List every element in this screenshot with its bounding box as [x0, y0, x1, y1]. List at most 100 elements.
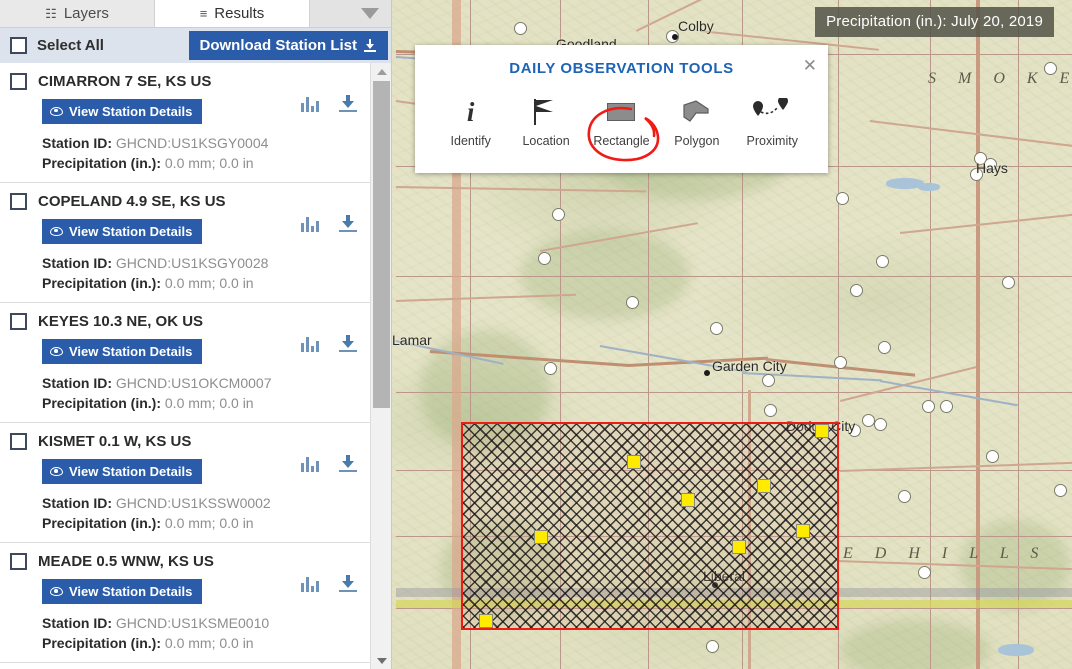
- map-station-marker[interactable]: [762, 374, 775, 387]
- map-station-marker[interactable]: [940, 400, 953, 413]
- scroll-up-arrow[interactable]: [371, 63, 391, 80]
- map-station-marker[interactable]: [834, 356, 847, 369]
- bar-chart-icon[interactable]: [301, 96, 319, 112]
- map-selected-station[interactable]: [815, 424, 829, 438]
- proximity-pins-icon: [750, 97, 794, 127]
- download-icon[interactable]: [339, 95, 357, 112]
- map-selected-station[interactable]: [732, 540, 746, 554]
- map-station-marker[interactable]: [544, 362, 557, 375]
- row-action-icons: [301, 335, 357, 353]
- map-station-marker[interactable]: [898, 490, 911, 503]
- bar-chart-icon[interactable]: [301, 576, 319, 593]
- download-icon[interactable]: [339, 455, 357, 473]
- view-station-details-button[interactable]: View Station Details: [42, 578, 203, 604]
- map-selected-station[interactable]: [479, 614, 493, 628]
- panel-tabbar: ☷ Layers ≡ Results: [0, 0, 391, 28]
- precipitation-label: Precipitation (in.):: [42, 635, 161, 652]
- map-city-label: Colby: [678, 18, 714, 34]
- view-station-details-button[interactable]: View Station Details: [42, 458, 203, 484]
- tool-location[interactable]: Location: [509, 97, 583, 148]
- map-station-marker[interactable]: [836, 192, 849, 205]
- tool-proximity[interactable]: Proximity: [735, 97, 809, 148]
- map-station-marker[interactable]: [986, 450, 999, 463]
- view-station-details-button[interactable]: View Station Details: [42, 338, 203, 364]
- map-station-marker[interactable]: [876, 255, 889, 268]
- tool-rectangle[interactable]: Rectangle: [584, 97, 658, 148]
- download-icon[interactable]: [339, 575, 357, 593]
- precipitation-value: 0.0 mm; 0.0 in: [164, 154, 254, 171]
- station-list-scrollbar[interactable]: [370, 63, 391, 669]
- station-list-item[interactable]: COPELAND 4.9 SE, KS US View Station Deta…: [0, 183, 371, 304]
- station-list-item[interactable]: RICHFIELD, KS US: [0, 663, 371, 669]
- map-station-marker[interactable]: [1054, 484, 1067, 497]
- tabbar-spacer: [310, 0, 349, 27]
- station-checkbox[interactable]: [10, 193, 27, 211]
- station-metadata: Station ID: GHCND:US1KSME0010 Precipitat…: [42, 613, 361, 654]
- bar-chart-icon[interactable]: [301, 456, 319, 473]
- station-id-label: Station ID:: [42, 254, 112, 271]
- map-station-marker[interactable]: [1002, 276, 1015, 289]
- station-list-item[interactable]: KISMET 0.1 W, KS US View Station Details…: [0, 423, 371, 544]
- chevron-down-icon[interactable]: [349, 0, 391, 27]
- eye-icon: [50, 226, 63, 236]
- precipitation-label: Precipitation (in.):: [42, 274, 161, 291]
- station-list-item[interactable]: CIMARRON 7 SE, KS US View Station Detail…: [0, 63, 371, 184]
- download-station-list-button[interactable]: Download Station List: [188, 31, 388, 60]
- view-station-details-button[interactable]: View Station Details: [42, 218, 203, 244]
- precipitation-value: 0.0 mm; 0.0 in: [164, 274, 254, 291]
- tab-results[interactable]: ≡ Results: [155, 0, 310, 27]
- station-list-item[interactable]: KEYES 10.3 NE, OK US View Station Detail…: [0, 303, 371, 424]
- station-checkbox[interactable]: [10, 73, 27, 90]
- station-list-item[interactable]: MEADE 0.5 WNW, KS US View Station Detail…: [0, 543, 371, 664]
- map-selected-station[interactable]: [757, 479, 771, 493]
- scroll-down-arrow[interactable]: [371, 652, 391, 669]
- map-title-banner: Precipitation (in.): July 20, 2019: [815, 7, 1054, 37]
- map-station-marker[interactable]: [552, 208, 565, 221]
- map-station-marker[interactable]: [922, 400, 935, 413]
- map-selected-station[interactable]: [796, 524, 810, 538]
- tool-label: Polygon: [674, 134, 720, 148]
- application-window: S M O K E E D H I L L S Colby Goodland H…: [0, 0, 1072, 669]
- map-station-marker[interactable]: [710, 322, 723, 335]
- select-all-bar: Select All Download Station List: [0, 28, 391, 63]
- download-icon[interactable]: [339, 335, 357, 353]
- tool-polygon[interactable]: Polygon: [660, 97, 734, 148]
- tab-layers[interactable]: ☷ Layers: [0, 0, 155, 27]
- station-id-value: GHCND:US1KSSW0002: [115, 494, 271, 511]
- precipitation-label: Precipitation (in.):: [42, 394, 161, 411]
- map-selected-station[interactable]: [627, 455, 641, 469]
- station-list-viewport: CIMARRON 7 SE, KS US View Station Detail…: [0, 63, 391, 669]
- map-station-marker[interactable]: [514, 22, 527, 35]
- map-selected-station[interactable]: [681, 493, 695, 507]
- map-station-marker[interactable]: [538, 252, 551, 265]
- map-station-marker[interactable]: [850, 284, 863, 297]
- map-selected-station[interactable]: [534, 530, 548, 544]
- map-selection-rectangle[interactable]: [461, 422, 839, 630]
- station-id-value: GHCND:US1KSGY0004: [115, 134, 269, 151]
- map-station-marker[interactable]: [874, 418, 887, 431]
- tool-label: Proximity: [746, 134, 798, 148]
- row-action-icons: [301, 95, 357, 112]
- download-station-list-label: Download Station List: [199, 37, 358, 54]
- station-checkbox[interactable]: [10, 433, 27, 451]
- tool-label: Location: [522, 134, 570, 148]
- polygon-icon: [682, 97, 712, 127]
- select-all-checkbox[interactable]: [10, 37, 27, 54]
- tool-identify[interactable]: i Identify: [434, 97, 508, 148]
- station-checkbox[interactable]: [10, 553, 27, 571]
- map-station-marker[interactable]: [626, 296, 639, 309]
- precipitation-label: Precipitation (in.):: [42, 154, 161, 171]
- map-station-marker[interactable]: [764, 404, 777, 417]
- dialog-title: DAILY OBSERVATION TOOLS: [509, 60, 734, 77]
- map-station-marker[interactable]: [706, 640, 719, 653]
- download-icon[interactable]: [339, 215, 357, 233]
- map-station-marker[interactable]: [918, 566, 931, 579]
- bar-chart-icon[interactable]: [301, 216, 319, 233]
- close-icon[interactable]: ✕: [803, 57, 817, 74]
- scrollbar-thumb[interactable]: [373, 81, 390, 408]
- map-station-marker[interactable]: [878, 341, 891, 354]
- view-station-details-button[interactable]: View Station Details: [42, 98, 203, 124]
- station-checkbox[interactable]: [10, 313, 27, 331]
- row-action-icons: [301, 215, 357, 233]
- bar-chart-icon[interactable]: [301, 336, 319, 353]
